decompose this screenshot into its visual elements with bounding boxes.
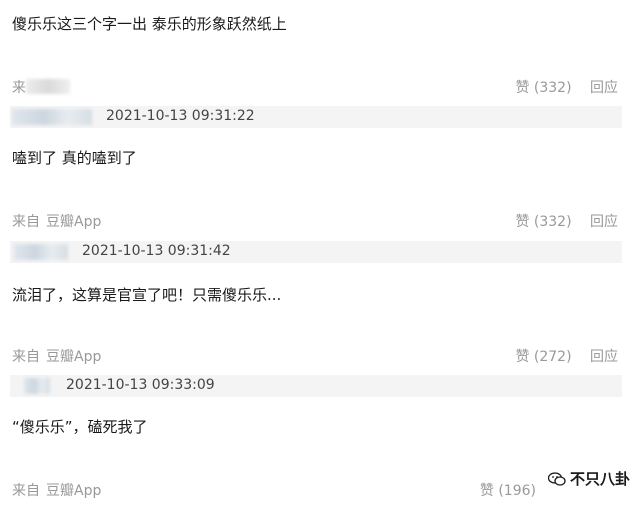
comment-footer: 来自 豆瓣App 赞 (332) 回应 — [0, 209, 640, 231]
comment-meta-bar: 2021-10-13 09:31:22 — [10, 106, 622, 128]
comment-text: “傻乐乐”，磕死我了 — [12, 418, 148, 436]
source-label: 来自 豆瓣App — [12, 480, 101, 500]
source-prefix: 来自 — [12, 483, 40, 499]
comment-footer: 来 赞 (332) 回应 — [0, 75, 640, 97]
source-prefix: 来自 — [12, 214, 40, 230]
like-button[interactable]: 赞 (272) — [515, 349, 571, 365]
blurred-username — [24, 378, 50, 394]
watermark-text: 不只八卦 — [569, 470, 630, 488]
comment-actions: 赞 (196) — [480, 480, 550, 500]
source-prefix: 来自 — [12, 349, 40, 365]
watermark: 不只八卦 — [547, 468, 630, 489]
timestamp: 2021-10-13 09:33:09 — [66, 377, 215, 393]
source-label: 来 — [12, 77, 26, 97]
reply-button[interactable]: 回应 — [590, 80, 618, 96]
comment-footer: 来自 豆瓣App 赞 (196) — [0, 478, 640, 500]
blurred-username — [14, 244, 68, 260]
source-app[interactable]: 豆瓣App — [46, 483, 101, 499]
comment-feed: { "post": { "text": "傻乐乐这三个字一出 泰乐的形象跃然纸上… — [0, 0, 640, 505]
reply-button[interactable]: 回应 — [590, 214, 618, 230]
source-prefix: 来 — [12, 80, 26, 96]
blurred-username — [12, 109, 92, 125]
like-button[interactable]: 赞 (196) — [480, 483, 536, 499]
comment-actions: 赞 (272) 回应 — [515, 346, 618, 366]
comment-text: 嗑到了 真的嗑到了 — [12, 149, 137, 167]
timestamp: 2021-10-13 09:31:22 — [106, 108, 255, 124]
comment-footer: 来自 豆瓣App 赞 (272) 回应 — [0, 344, 640, 366]
like-button[interactable]: 赞 (332) — [515, 80, 571, 96]
comment-meta-bar: 2021-10-13 09:33:09 — [10, 375, 622, 397]
source-app[interactable]: 豆瓣App — [46, 214, 101, 230]
comment-meta-bar: 2021-10-13 09:31:42 — [10, 241, 622, 263]
source-label: 来自 豆瓣App — [12, 346, 101, 366]
source-label: 来自 豆瓣App — [12, 211, 101, 231]
blurred-source — [26, 79, 70, 94]
wechat-bubble-icon — [547, 472, 566, 486]
comment-actions: 赞 (332) 回应 — [515, 77, 618, 97]
timestamp: 2021-10-13 09:31:42 — [82, 243, 231, 259]
comment-actions: 赞 (332) 回应 — [515, 211, 618, 231]
like-button[interactable]: 赞 (332) — [515, 214, 571, 230]
source-app[interactable]: 豆瓣App — [46, 349, 101, 365]
reply-button[interactable]: 回应 — [590, 349, 618, 365]
post-text: 傻乐乐这三个字一出 泰乐的形象跃然纸上 — [12, 15, 287, 33]
comment-text: 流泪了，这算是官宣了吧！只需傻乐乐... — [12, 286, 282, 304]
